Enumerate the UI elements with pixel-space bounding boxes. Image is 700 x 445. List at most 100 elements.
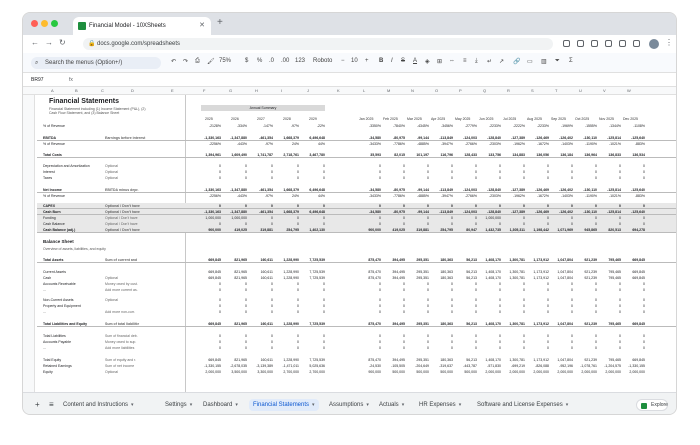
- monthly-cell[interactable]: -1672%: [523, 193, 549, 199]
- annual-cell[interactable]: 0: [299, 309, 325, 315]
- chevron-down-icon[interactable]: ▾: [235, 402, 238, 408]
- column-header[interactable]: F: [203, 88, 205, 93]
- monthly-cell[interactable]: 419,025: [379, 227, 405, 233]
- text-color-icon[interactable]: A: [413, 58, 417, 64]
- monthly-cell[interactable]: 0: [547, 287, 573, 293]
- borders-icon[interactable]: ⊞: [437, 58, 442, 65]
- annual-cell[interactable]: 0: [221, 175, 247, 181]
- monthly-cell[interactable]: 0: [379, 175, 405, 181]
- column-header[interactable]: H: [255, 88, 258, 93]
- monthly-cell[interactable]: -3350%: [355, 123, 381, 129]
- chevron-down-icon[interactable]: ▾: [402, 402, 405, 408]
- monthly-cell[interactable]: -2303%: [475, 141, 501, 147]
- monthly-cell[interactable]: 0: [499, 345, 525, 351]
- monthly-cell[interactable]: 500,000: [403, 369, 429, 375]
- zoom-select[interactable]: 75%: [219, 58, 231, 64]
- monthly-cell[interactable]: -1021%: [595, 193, 621, 199]
- monthly-cell[interactable]: -2766%: [451, 141, 477, 147]
- monthly-cell[interactable]: -1403%: [547, 141, 573, 147]
- monthly-cell[interactable]: -1190%: [571, 193, 597, 199]
- monthly-cell[interactable]: 1,300,781: [499, 321, 525, 327]
- annual-cell[interactable]: 0: [247, 287, 273, 293]
- profile-avatar[interactable]: [649, 39, 659, 49]
- new-tab-icon[interactable]: +: [217, 17, 223, 28]
- monthly-cell[interactable]: -4885%: [403, 193, 429, 199]
- monthly-cell[interactable]: 394,495: [379, 321, 405, 327]
- monthly-cell[interactable]: 56,213: [451, 321, 477, 327]
- annual-cell[interactable]: 0: [195, 287, 221, 293]
- filter-icon[interactable]: ⏷: [555, 58, 560, 65]
- monthly-cell[interactable]: 2,000,000: [571, 369, 597, 375]
- annual-cell[interactable]: -97%: [247, 193, 273, 199]
- monthly-cell[interactable]: 0: [595, 287, 621, 293]
- monthly-cell[interactable]: 0: [523, 309, 549, 315]
- monthly-cell[interactable]: 0: [595, 175, 621, 181]
- monthly-cell[interactable]: 0: [379, 345, 405, 351]
- annual-cell[interactable]: -97%: [247, 141, 273, 147]
- annual-cell[interactable]: 44%: [299, 141, 325, 147]
- annual-cell[interactable]: 0: [299, 175, 325, 181]
- monthly-cell[interactable]: 0: [451, 287, 477, 293]
- monthly-cell[interactable]: 0: [499, 309, 525, 315]
- annual-cell[interactable]: 254,795: [273, 227, 299, 233]
- monthly-cell[interactable]: 875,470: [355, 321, 381, 327]
- annual-cell[interactable]: 0: [273, 175, 299, 181]
- monthly-cell[interactable]: 945,865: [571, 227, 597, 233]
- puzzle-icon[interactable]: [605, 40, 612, 47]
- monthly-cell[interactable]: -2233%: [475, 123, 501, 129]
- monthly-cell[interactable]: 0: [427, 287, 453, 293]
- monthly-cell[interactable]: 0: [403, 175, 429, 181]
- monthly-cell[interactable]: 0: [403, 309, 429, 315]
- monthly-cell[interactable]: -2233%: [523, 123, 549, 129]
- monthly-cell[interactable]: 2,000,000: [547, 369, 573, 375]
- decrease-decimal-button[interactable]: .0: [269, 58, 274, 64]
- monthly-cell[interactable]: -1962%: [499, 193, 525, 199]
- monthly-cell[interactable]: 394,495: [379, 257, 405, 263]
- annual-cell[interactable]: -2128%: [195, 123, 221, 129]
- monthly-cell[interactable]: 0: [475, 345, 501, 351]
- monthly-cell[interactable]: 0: [523, 345, 549, 351]
- monthly-cell[interactable]: 0: [475, 287, 501, 293]
- browser-tab[interactable]: Financial Model - 10XSheets ✕: [73, 17, 211, 35]
- monthly-cell[interactable]: 0: [355, 287, 381, 293]
- monthly-cell[interactable]: 136,534: [619, 152, 645, 158]
- annual-cell[interactable]: 44%: [299, 193, 325, 199]
- monthly-cell[interactable]: 82,015: [379, 152, 405, 158]
- column-header[interactable]: E: [171, 88, 174, 93]
- extension-icon[interactable]: [577, 40, 584, 47]
- monthly-cell[interactable]: -3947%: [427, 141, 453, 147]
- table-row[interactable]: % of Revenue -2128% -334% -147% -97% -22% -335…: [37, 123, 676, 129]
- monthly-cell[interactable]: 0: [451, 175, 477, 181]
- url-field[interactable]: 🔒 docs.google.com/spreadsheets: [83, 38, 553, 50]
- annual-cell[interactable]: -147%: [247, 123, 273, 129]
- monthly-cell[interactable]: 875,470: [355, 257, 381, 263]
- monthly-cell[interactable]: 1,305,311: [499, 227, 525, 233]
- monthly-cell[interactable]: 0: [355, 309, 381, 315]
- monthly-cell[interactable]: 0: [475, 309, 501, 315]
- more-menu-icon[interactable]: ⋮: [665, 38, 673, 47]
- annual-cell[interactable]: -334%: [221, 123, 247, 129]
- monthly-cell[interactable]: 35,593: [355, 152, 381, 158]
- monthly-cell[interactable]: 921,239: [571, 257, 597, 263]
- monthly-cell[interactable]: 80,947: [451, 227, 477, 233]
- annual-cell[interactable]: 0: [195, 345, 221, 351]
- monthly-cell[interactable]: 669,845: [619, 257, 645, 263]
- monthly-cell[interactable]: 0: [427, 309, 453, 315]
- column-header[interactable]: A: [51, 88, 54, 93]
- annual-cell[interactable]: 160,611: [247, 321, 273, 327]
- table-row[interactable]: ... Add more current as. 0 0 0 0 0 0 0 0 0 0 0 0 0 0 0 0 0: [37, 287, 676, 293]
- annual-cell[interactable]: 821,965: [221, 257, 247, 263]
- column-header[interactable]: M: [387, 88, 390, 93]
- table-row[interactable]: Total Liabilities and Equity Sum of total…: [37, 321, 676, 327]
- monthly-cell[interactable]: 0: [451, 309, 477, 315]
- table-row[interactable]: Total Assets Sum of current and 669,845 821…: [37, 257, 676, 263]
- paint-format-icon[interactable]: 🖌: [207, 58, 215, 65]
- annual-cell[interactable]: 3,300,000: [247, 369, 273, 375]
- monthly-cell[interactable]: 0: [427, 175, 453, 181]
- close-window-icon[interactable]: [31, 20, 38, 27]
- monthly-cell[interactable]: -1672%: [523, 141, 549, 147]
- chart-icon[interactable]: ▥: [541, 58, 547, 65]
- monthly-cell[interactable]: -1190%: [571, 141, 597, 147]
- monthly-cell[interactable]: -7786%: [379, 141, 405, 147]
- monthly-cell[interactable]: 180,363: [427, 321, 453, 327]
